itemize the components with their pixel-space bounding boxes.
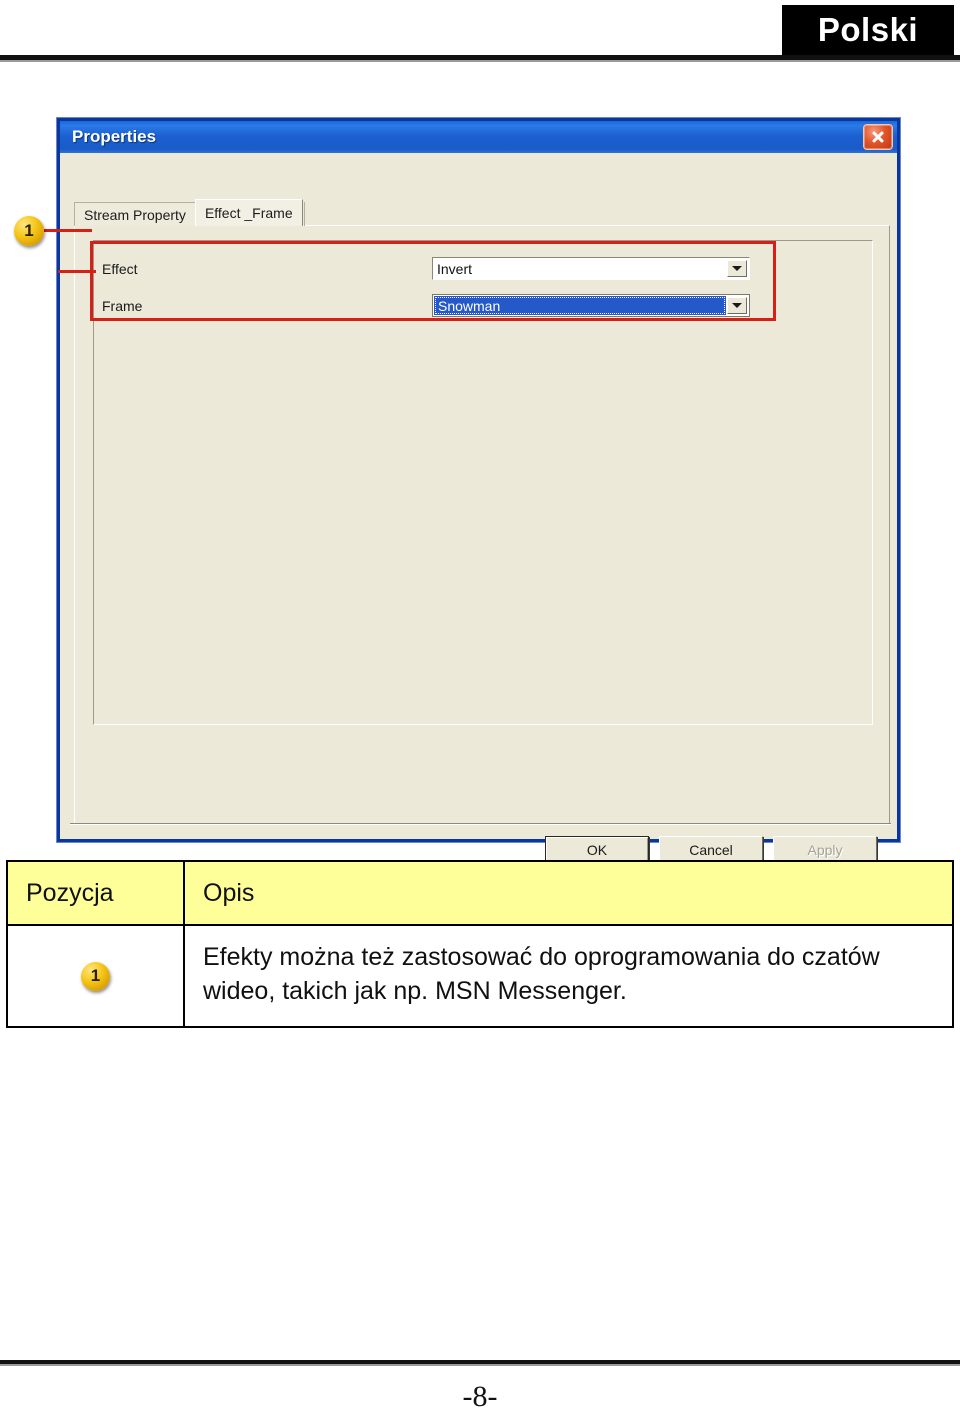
page-number: -8- [462,1380,498,1413]
frame-field-row: Frame Snowman [102,294,750,317]
dialog-body: Stream Property Effect _Frame Effect Inv… [58,153,897,864]
chevron-down-icon[interactable] [727,297,747,314]
highlight-connector [58,270,96,273]
effect-label: Effect [102,260,138,277]
tab-stream-property[interactable]: Stream Property [74,202,196,226]
close-icon[interactable] [863,124,893,150]
tab-strip-tail [303,202,314,226]
chevron-down-icon[interactable] [727,260,747,277]
legend-table: Pozycja Opis 1 Efekty można też zastosow… [6,860,954,1028]
language-badge: Polski [782,5,954,55]
effect-dropdown[interactable]: Invert [432,257,750,280]
column-header-opis: Opis [183,860,954,926]
row-position-cell: 1 [6,924,185,1028]
effect-dropdown-value: Invert [437,260,473,277]
properties-dialog: Properties Stream Property Effect _Frame… [57,118,900,864]
header-rule [0,55,960,62]
table-row: 1 Efekty można też zastosować do oprogra… [6,924,954,1028]
column-header-pozycja: Pozycja [6,860,185,926]
callout-connector-line [44,229,92,232]
row-description-cell: Efekty można też zastosować do oprogramo… [183,924,954,1028]
tab-effect-frame[interactable]: Effect _Frame [194,199,303,226]
frame-label: Frame [102,297,143,314]
effect-field-row: Effect Invert [102,257,750,280]
button-bar-separator [70,823,891,825]
callout-badge-1: 1 [14,216,44,246]
dialog-titlebar: Properties [60,121,897,153]
tab-strip: Stream Property Effect _Frame [74,199,314,226]
footer-rule [0,1360,960,1366]
table-header-row: Pozycja Opis [6,860,954,926]
frame-dropdown-value: Snowman [434,296,726,315]
dialog-title: Properties [72,127,157,146]
frame-dropdown[interactable]: Snowman [432,294,750,317]
row-badge-1: 1 [81,961,110,991]
